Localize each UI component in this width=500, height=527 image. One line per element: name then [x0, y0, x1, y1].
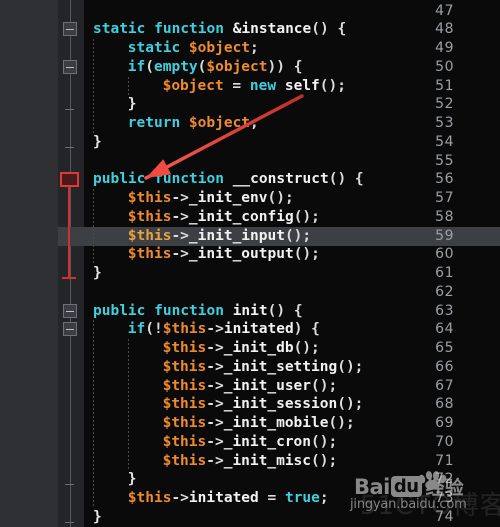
code-line[interactable]: 62 [0, 283, 500, 302]
line-number: 57 [435, 190, 454, 206]
line-number: 66 [435, 358, 454, 375]
code-line[interactable]: 70 $this->_init_cron(); [0, 433, 500, 452]
code-line[interactable]: 69 $this->_init_mobile(); [0, 414, 500, 433]
code-text: $this->_init_session(); [162, 396, 364, 413]
code-text: static function &instance() { [93, 21, 347, 38]
code-line[interactable]: 61} [0, 264, 500, 283]
code-fold-toggle-icon[interactable] [63, 59, 77, 74]
line-number: 48 [435, 21, 454, 38]
code-line[interactable]: 55 [0, 152, 500, 171]
breakpoint-scope-line [68, 186, 70, 278]
line-number: 56 [435, 171, 454, 188]
code-line[interactable]: 58 $this->_init_config(); [0, 208, 500, 227]
code-text: return $object; [127, 115, 259, 131]
code-line[interactable]: 65 $this->_init_db(); [0, 339, 500, 358]
code-text: if(empty($object)) { [127, 58, 303, 75]
line-number: 54 [435, 133, 454, 150]
code-line[interactable]: 71 $this->_init_misc(); [0, 452, 500, 471]
line-number: 58 [435, 208, 454, 225]
line-number: 53 [435, 115, 454, 131]
code-text: $this->_init_env(); [127, 190, 294, 206]
line-number: 71 [435, 452, 454, 469]
breakpoint-scope-end [62, 277, 76, 279]
watermark: 51CTO博客 Bai du 经验 jingyan.baidu.com [344, 469, 500, 521]
code-line[interactable]: 68 $this->_init_session(); [0, 395, 500, 414]
line-number: 50 [435, 58, 454, 75]
line-number: 63 [435, 302, 454, 319]
code-line[interactable]: 52} [0, 95, 500, 114]
code-text: $this->_init_user(); [162, 377, 338, 394]
code-text: $this->_init_output(); [127, 246, 320, 263]
line-number: 64 [435, 321, 454, 338]
code-editor[interactable]: 47 48 static function &instance() { 49 stati… [0, 0, 500, 527]
line-number: 47 [435, 2, 454, 19]
line-number: 65 [435, 340, 454, 356]
line-number: 55 [435, 152, 454, 169]
line-number: 62 [435, 283, 454, 300]
code-text: $this->_init_config(); [127, 208, 320, 225]
code-text: } [127, 471, 137, 488]
watermark-brand: Bai du 经验 [354, 471, 464, 500]
line-number: 49 [435, 40, 454, 56]
code-line[interactable]: 59 $this->_init_input(); [0, 227, 500, 246]
code-line[interactable]: 54} [0, 133, 500, 152]
line-number: 70 [435, 433, 454, 450]
watermark-url: jingyan.baidu.com [350, 497, 467, 512]
code-line[interactable]: 51 $object = new self(); [0, 77, 500, 96]
code-text: } [93, 265, 102, 281]
code-line[interactable]: 67 $this->_init_user(); [0, 377, 500, 396]
code-line[interactable]: 60 $this->_init_output(); [0, 245, 500, 264]
code-fold-toggle-icon[interactable] [63, 22, 77, 37]
code-text: if(!$this->initated) { [127, 321, 320, 338]
code-text: $this->_init_setting(); [162, 358, 364, 375]
code-text: $this->initated = true; [127, 490, 329, 506]
line-number: 61 [435, 265, 454, 281]
code-line[interactable]: 47 [0, 2, 500, 21]
line-number: 69 [435, 415, 454, 431]
code-text: $this->_init_cron(); [162, 433, 338, 450]
code-text: $this->_init_misc(); [162, 452, 338, 469]
code-text: $this->_init_db(); [162, 340, 320, 356]
code-text: } [93, 508, 102, 525]
line-number: 67 [435, 377, 454, 394]
code-text: $this->_init_mobile(); [162, 415, 355, 431]
code-line[interactable]: 66 $this->_init_setting(); [0, 358, 500, 377]
watermark-brand-text: Bai [354, 475, 390, 499]
code-line[interactable]: 53 return $object; [0, 114, 500, 133]
line-number: 52 [435, 96, 454, 113]
code-text: static $object; [127, 40, 259, 56]
code-fold-toggle-icon[interactable] [63, 322, 77, 337]
code-line[interactable]: 57 $this->_init_env(); [0, 189, 500, 208]
code-text: } [127, 96, 137, 113]
fold-end-tick [65, 521, 74, 523]
code-text: public function init() { [93, 302, 303, 319]
line-number: 68 [435, 396, 454, 413]
fold-end-tick [65, 109, 74, 111]
code-fold-toggle-icon[interactable] [63, 303, 77, 318]
code-text: } [93, 133, 102, 150]
line-number: 59 [435, 227, 454, 244]
code-line[interactable]: 49 static $object; [0, 39, 500, 58]
code-text: $object = new self(); [162, 77, 346, 94]
fold-end-tick [65, 484, 74, 486]
code-text: $this->_init_input(); [127, 227, 312, 244]
code-text: public function __construct() { [93, 171, 364, 188]
paw-print-icon [418, 471, 447, 489]
fold-end-tick [65, 146, 74, 148]
line-number: 51 [435, 77, 454, 94]
breakpoint-marker[interactable] [60, 172, 79, 188]
line-number: 60 [435, 246, 454, 263]
